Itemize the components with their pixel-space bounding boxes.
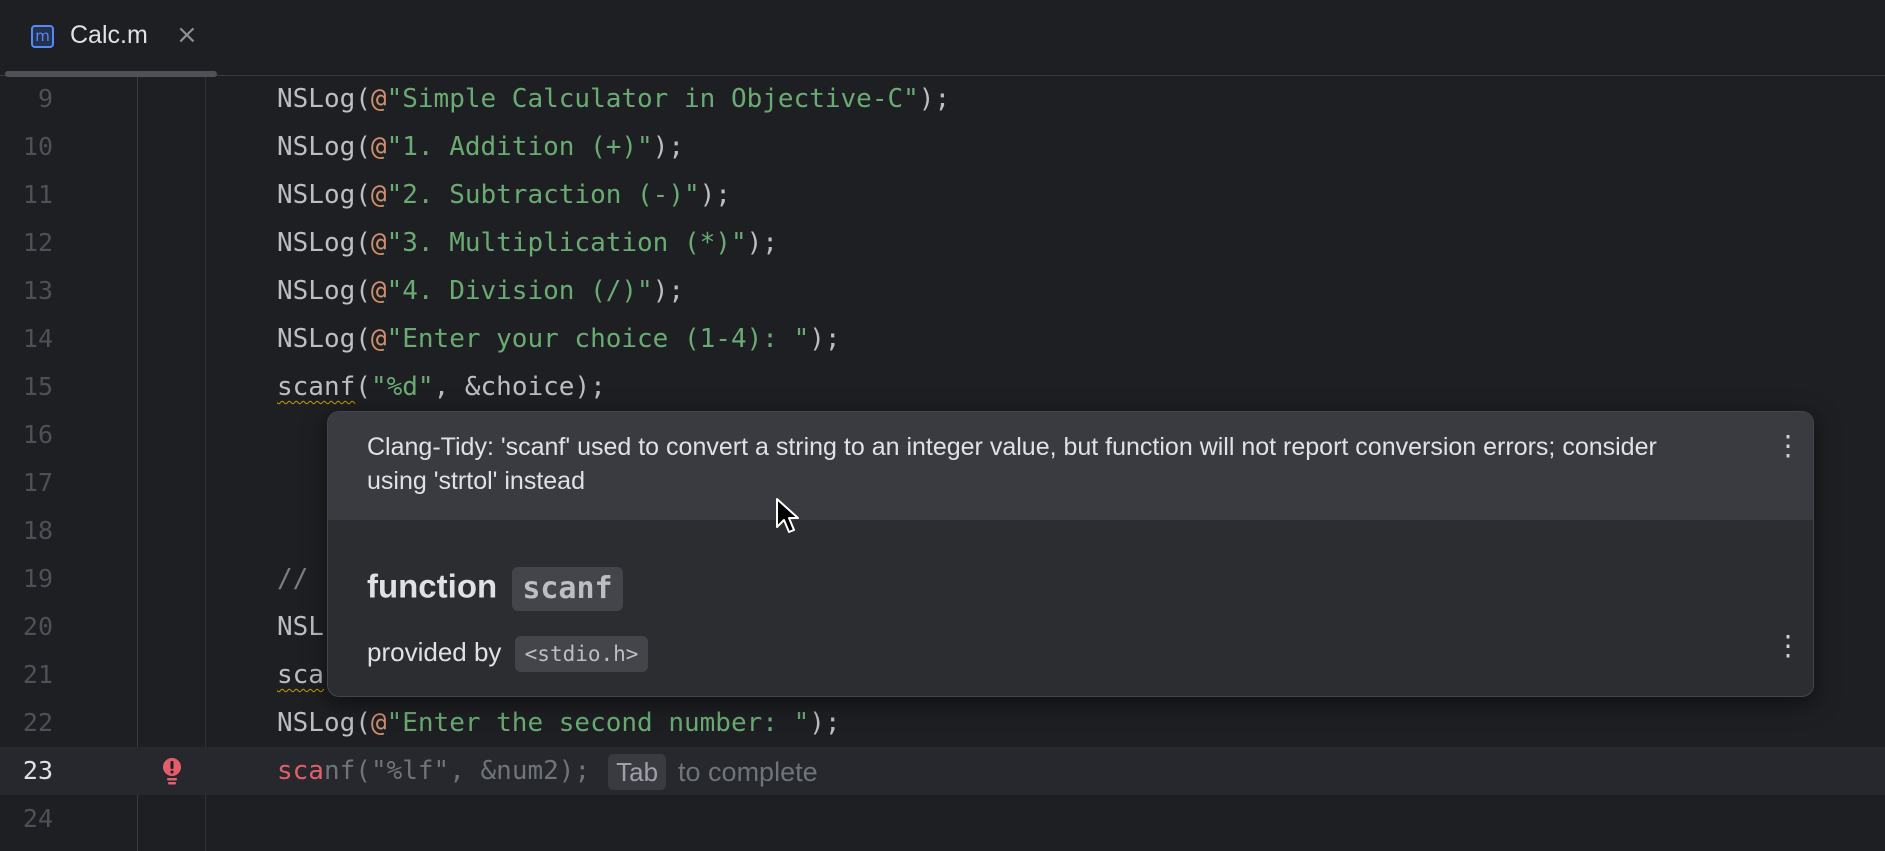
line-number: 11 xyxy=(22,180,53,209)
line-number: 16 xyxy=(22,420,53,449)
doc-kind: function xyxy=(367,567,498,605)
line-number: 9 xyxy=(37,84,53,113)
warning-squiggle: scanf xyxy=(277,372,356,402)
code-line[interactable]: 13 NSLog(@"4. Division (/)"); xyxy=(0,267,1885,315)
code-text: scanf("%lf", &num2); Tab to complete xyxy=(277,747,818,796)
doc-name: scanf xyxy=(512,567,623,611)
line-number: 12 xyxy=(22,228,53,257)
close-icon[interactable]: × xyxy=(176,20,198,50)
inspection-message: Clang-Tidy: 'scanf' used to convert a st… xyxy=(367,433,1657,495)
line-number: 15 xyxy=(22,372,53,401)
line-number: 23 xyxy=(22,756,53,785)
code-line[interactable]: 12 NSLog(@"3. Multiplication (*)"); xyxy=(0,219,1885,267)
line-number: 21 xyxy=(22,660,53,689)
code-text: NSL xyxy=(277,612,324,642)
line-number: 18 xyxy=(22,516,53,545)
code-line[interactable]: 22 NSLog(@"Enter the second number: "); xyxy=(0,699,1885,747)
line-number: 22 xyxy=(22,708,53,737)
line-number: 10 xyxy=(22,132,53,161)
code-text: NSLog(@"Enter your choice (1-4): "); xyxy=(277,324,841,354)
code-line[interactable]: 9 NSLog(@"Simple Calculator in Objective… xyxy=(0,75,1885,123)
code-text: NSLog(@"1. Addition (+)"); xyxy=(277,132,684,162)
code-text: NSLog(@"3. Multiplication (*)"); xyxy=(277,228,778,258)
more-vertical-icon[interactable]: ⋮ xyxy=(1774,632,1802,660)
code-text: NSLog(@"2. Subtraction (-)"); xyxy=(277,180,731,210)
tab-calc-m[interactable]: m Calc.m × xyxy=(0,0,216,76)
code-line-current[interactable]: 23 scanf("%lf", &num2); Tab to complete xyxy=(0,747,1885,795)
editor-tab-bar: m Calc.m × xyxy=(0,0,1885,77)
doc-title: function scanf xyxy=(367,567,623,611)
line-number: 19 xyxy=(22,564,53,593)
line-number: 20 xyxy=(22,612,53,641)
code-text: NSLog(@"4. Division (/)"); xyxy=(277,276,684,306)
code-text: NSLog(@"Simple Calculator in Objective-C… xyxy=(277,84,951,114)
line-number: 24 xyxy=(22,804,53,833)
code-text: NSLog(@"Enter the second number: "); xyxy=(277,708,841,738)
doc-provided-by: provided by <stdio.h> xyxy=(367,636,649,672)
completion-hint-text: to complete xyxy=(678,756,818,787)
code-line[interactable]: 24 xyxy=(0,795,1885,843)
code-line[interactable]: 11 NSLog(@"2. Subtraction (-)"); xyxy=(0,171,1885,219)
code-text: scanf("%d", &choice); xyxy=(277,372,606,402)
code-line[interactable]: 14 NSLog(@"Enter your choice (1-4): "); xyxy=(0,315,1885,363)
typed-text: sca xyxy=(277,756,324,786)
tab-label: Calc.m xyxy=(70,21,148,49)
line-number: 13 xyxy=(22,276,53,305)
code-line[interactable]: 15 scanf("%d", &choice); xyxy=(0,363,1885,411)
tab-key-hint: Tab xyxy=(608,753,667,790)
error-bulb-icon[interactable] xyxy=(161,757,183,787)
code-line[interactable]: 10 NSLog(@"1. Addition (+)"); xyxy=(0,123,1885,171)
code-text: sca xyxy=(277,660,324,690)
line-number: 17 xyxy=(22,468,53,497)
more-vertical-icon[interactable]: ⋮ xyxy=(1774,432,1802,460)
code-comment: // xyxy=(277,564,309,594)
objc-file-icon: m xyxy=(31,25,54,48)
line-number: 14 xyxy=(22,324,53,353)
header-link[interactable]: <stdio.h> xyxy=(514,636,649,672)
completion-ghost: nf( xyxy=(323,756,371,786)
quick-documentation-popup: Clang-Tidy: 'scanf' used to convert a st… xyxy=(327,411,1814,697)
inspection-message-section: Clang-Tidy: 'scanf' used to convert a st… xyxy=(328,412,1813,520)
mouse-cursor-icon xyxy=(776,498,799,533)
